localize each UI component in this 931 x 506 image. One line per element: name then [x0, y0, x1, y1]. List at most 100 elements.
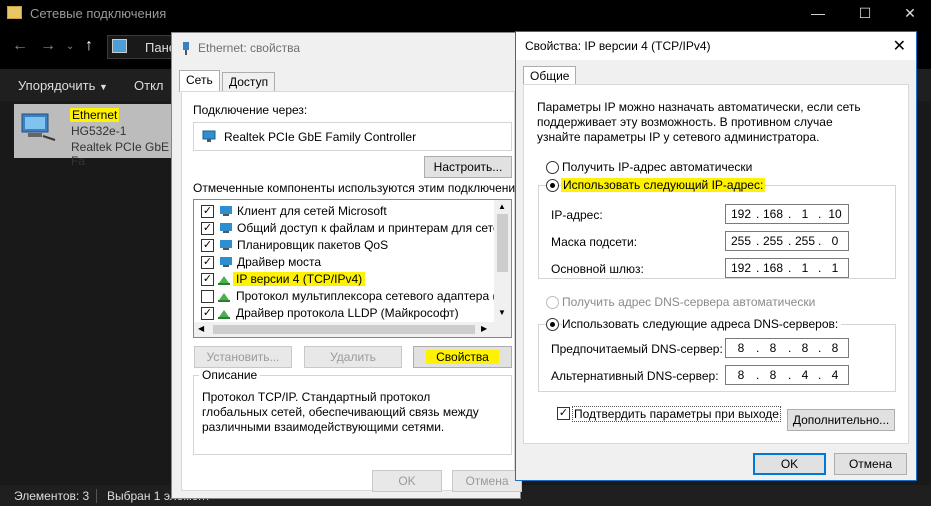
octet: 1	[801, 207, 809, 221]
component-label: Протокол мультиплексора сетевого адаптер…	[236, 289, 512, 303]
description-text: Протокол TCP/IP. Стандартный протокол гл…	[202, 390, 479, 434]
ok-button[interactable]: OK	[753, 453, 826, 475]
scroll-thumb[interactable]	[497, 214, 508, 272]
close-icon[interactable]: ✕	[887, 2, 931, 26]
install-button[interactable]: Установить...	[194, 346, 292, 368]
ethernet-connection-item[interactable]: Ethernet HG532e-1 Realtek PCIe GbE Fa	[14, 104, 174, 168]
component-row-4[interactable]: ✓ IP версии 4 (TCP/IPv4)	[194, 271, 494, 288]
component-checkbox[interactable]: ✓	[201, 256, 214, 269]
component-checkbox[interactable]: ✓	[201, 273, 214, 286]
maximize-icon[interactable]: ☐	[842, 2, 888, 26]
dot: .	[788, 207, 792, 221]
tab-sharing-label: Доступ	[229, 75, 269, 89]
component-label: Клиент для сетей Microsoft	[237, 204, 387, 218]
adapter-name: Realtek PCIe GbE Family Controller	[224, 130, 417, 144]
general-tab-panel: Параметры IP можно назначать автоматичес…	[523, 84, 909, 444]
gateway-field[interactable]: 192. 168. 1. 1	[725, 258, 849, 278]
vertical-scrollbar[interactable]: ▲ ▼	[494, 200, 511, 322]
alternate-dns-field[interactable]: 8. 8. 4. 4	[725, 365, 849, 385]
octet: 4	[801, 368, 809, 382]
components-list: ✓ Клиент для сетей Microsoft ✓ Общий дос…	[193, 199, 512, 338]
adapter-box: Realtek PCIe GbE Family Controller	[193, 122, 512, 151]
control-panel-icon	[112, 39, 127, 53]
component-row-0[interactable]: ✓ Клиент для сетей Microsoft	[194, 203, 494, 220]
manual-ip-radio[interactable]	[546, 179, 559, 192]
network-plug-icon	[181, 41, 191, 55]
properties-button[interactable]: Свойства	[413, 346, 512, 368]
subnet-mask-label: Маска подсети:	[551, 235, 638, 249]
manual-dns-radio[interactable]	[546, 318, 559, 331]
component-checkbox[interactable]	[201, 290, 214, 303]
back-arrow-icon[interactable]: ←	[12, 37, 28, 55]
dot: .	[818, 341, 822, 355]
chevron-down-icon[interactable]: ⌄	[66, 41, 74, 52]
minimize-icon[interactable]: —	[795, 2, 841, 26]
component-label: Планировщик пакетов QoS	[237, 238, 389, 252]
scroll-right-icon[interactable]: ▶	[481, 324, 487, 333]
preferred-dns-label: Предпочитаемый DNS-сервер:	[551, 342, 723, 356]
component-label: Драйвер моста	[237, 255, 322, 269]
tab-general-label: Общие	[530, 69, 570, 83]
organize-button[interactable]: Упорядочить ▼	[18, 78, 108, 93]
tab-network[interactable]: Сеть	[179, 70, 220, 92]
scroll-left-icon[interactable]: ◀	[198, 324, 204, 333]
component-checkbox[interactable]: ✓	[201, 205, 214, 218]
dot: .	[818, 261, 822, 275]
preferred-dns-field[interactable]: 8. 8. 8. 8	[725, 338, 849, 358]
configure-button[interactable]: Настроить...	[424, 156, 512, 178]
share-icon	[219, 222, 233, 234]
components-label: Отмеченные компоненты используются этим …	[193, 181, 534, 195]
octet: 255	[794, 234, 816, 248]
component-row-2[interactable]: ✓ Планировщик пакетов QoS	[194, 237, 494, 254]
tab-network-label: Сеть	[186, 73, 213, 87]
scroll-down-icon[interactable]: ▼	[498, 308, 506, 317]
octet: 255	[762, 234, 784, 248]
octet: 8	[737, 341, 745, 355]
component-row-3[interactable]: ✓ Драйвер моста	[194, 254, 494, 271]
auto-dns-label: Получить адрес DNS-сервера автоматически	[562, 295, 816, 309]
octet: 192	[730, 207, 752, 221]
dot: .	[788, 341, 792, 355]
scroll-up-icon[interactable]: ▲	[498, 202, 506, 211]
subnet-mask-field[interactable]: 255. 255. 255. 0	[725, 231, 849, 251]
close-icon[interactable]: ✕	[893, 36, 906, 56]
auto-ip-radio[interactable]	[546, 161, 559, 174]
component-row-5[interactable]: Протокол мультиплексора сетевого адаптер…	[194, 288, 511, 305]
protocol-icon	[217, 290, 231, 302]
component-checkbox[interactable]: ✓	[201, 307, 214, 320]
octet: 8	[769, 341, 777, 355]
hscroll-thumb[interactable]	[213, 325, 475, 334]
protocol-icon	[217, 273, 231, 285]
horizontal-scrollbar[interactable]: ◀ ▶	[194, 322, 511, 337]
dot: .	[756, 341, 760, 355]
octet: 10	[828, 207, 842, 221]
auto-dns-radio[interactable]	[546, 296, 559, 309]
description-title: Описание	[199, 368, 261, 382]
advanced-button[interactable]: Дополнительно...	[787, 409, 895, 431]
gateway-label: Основной шлюз:	[551, 262, 644, 276]
alternate-dns-label: Альтернативный DNS-сервер:	[551, 369, 719, 383]
dot: .	[818, 368, 822, 382]
octet: 8	[831, 341, 839, 355]
tab-sharing[interactable]: Доступ	[222, 72, 276, 92]
component-checkbox[interactable]: ✓	[201, 222, 214, 235]
ip-address-label: IP-адрес:	[551, 208, 603, 222]
octet: 8	[769, 368, 777, 382]
ip-address-field[interactable]: 192. 168. 1. 10	[725, 204, 849, 224]
eth-ok-button[interactable]: OK	[372, 470, 442, 492]
dot: .	[756, 368, 760, 382]
client-icon	[219, 205, 233, 217]
up-arrow-icon[interactable]: ↑	[85, 37, 93, 55]
cancel-button[interactable]: Отмена	[834, 453, 907, 475]
component-row-6[interactable]: ✓ Драйвер протокола LLDP (Майкрософт)	[194, 305, 494, 322]
disconnect-button[interactable]: Откл	[134, 78, 164, 93]
remove-button[interactable]: Удалить	[304, 346, 402, 368]
item-count: Элементов: 3	[14, 489, 90, 503]
info-text: Параметры IP можно назначать автоматичес…	[537, 100, 861, 144]
validate-checkbox[interactable]: ✓	[557, 407, 570, 420]
component-row-1[interactable]: ✓ Общий доступ к файлам и принтерам для …	[194, 220, 511, 237]
forward-arrow-icon[interactable]: →	[40, 37, 56, 55]
component-checkbox[interactable]: ✓	[201, 239, 214, 252]
eth-cancel-button[interactable]: Отмена	[452, 470, 522, 492]
ipv4-properties-dialog: Свойства: IP версии 4 (TCP/IPv4) ✕ Общие…	[515, 31, 917, 481]
